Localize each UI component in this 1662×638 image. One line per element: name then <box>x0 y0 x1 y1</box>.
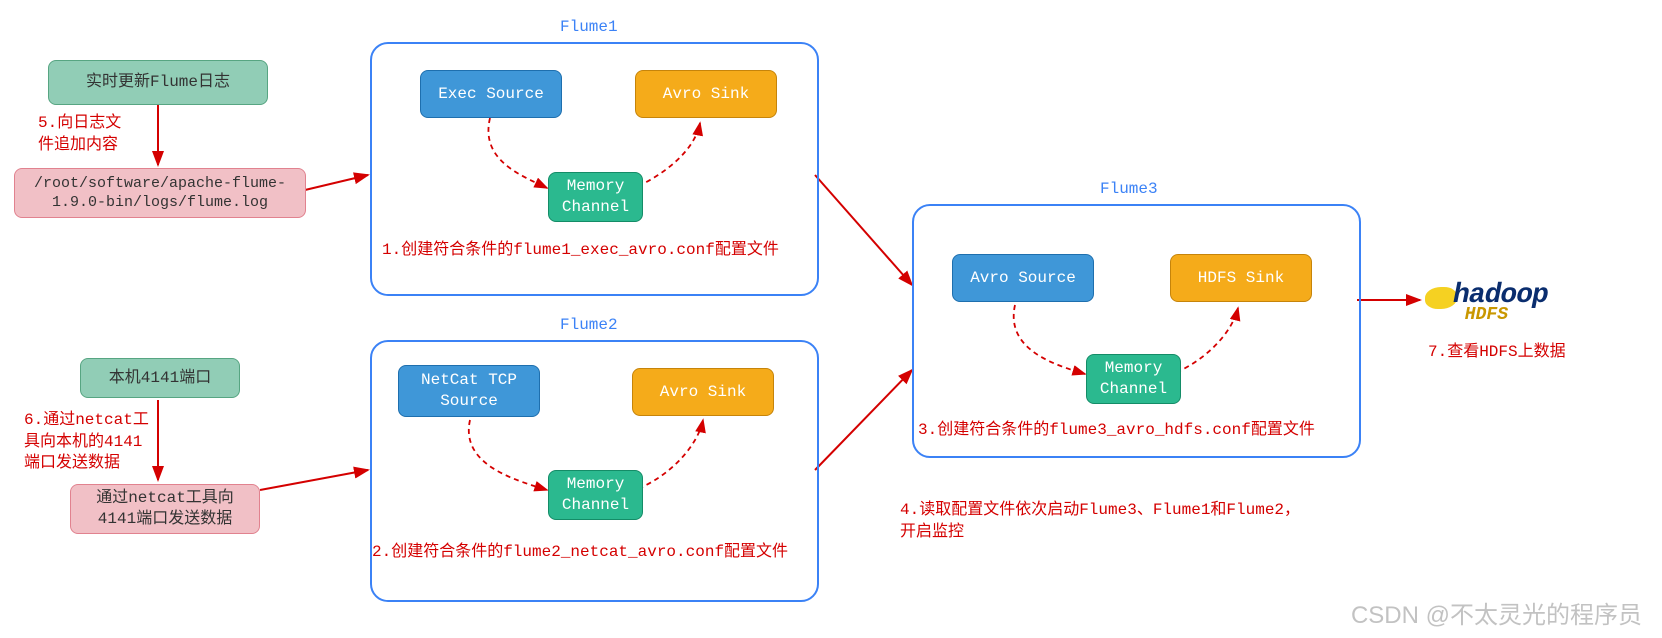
netcat-send-box: 通过netcat工具向 4141端口发送数据 <box>70 484 260 534</box>
flume2-note: 2.创建符合条件的flume2_netcat_avro.conf配置文件 <box>372 542 788 564</box>
step-4-label: 4.读取配置文件依次启动Flume3、Flume1和Flume2， 开启监控 <box>900 500 1300 543</box>
flume1-sink: Avro Sink <box>635 70 777 118</box>
log-update-box: 实时更新Flume日志 <box>48 60 268 105</box>
step-6-label: 6.通过netcat工 具向本机的4141 端口发送数据 <box>24 410 149 475</box>
flume3-title: Flume3 <box>1100 180 1158 198</box>
step-5-label: 5.向日志文 件追加内容 <box>38 113 121 156</box>
flume2-title: Flume2 <box>560 316 618 334</box>
flume1-source: Exec Source <box>420 70 562 118</box>
flume2-source: NetCat TCP Source <box>398 365 540 417</box>
flume2-sink: Avro Sink <box>632 368 774 416</box>
step-7-label: 7.查看HDFS上数据 <box>1428 342 1566 364</box>
log-filepath-box: /root/software/apache-flume-1.9.0-bin/lo… <box>14 168 306 218</box>
flume3-note: 3.创建符合条件的flume3_avro_hdfs.conf配置文件 <box>918 420 1315 442</box>
watermark: CSDN @不太灵光的程序员 <box>1351 595 1642 630</box>
flume2-channel: Memory Channel <box>548 470 643 520</box>
flume3-sink: HDFS Sink <box>1170 254 1312 302</box>
flume1-channel: Memory Channel <box>548 172 643 222</box>
flume1-note: 1.创建符合条件的flume1_exec_avro.conf配置文件 <box>382 240 779 262</box>
flume3-source: Avro Source <box>952 254 1094 302</box>
flume1-title: Flume1 <box>560 18 618 36</box>
flume3-channel: Memory Channel <box>1086 354 1181 404</box>
hadoop-logo: hadoop HDFS <box>1425 280 1548 325</box>
local-port-box: 本机4141端口 <box>80 358 240 398</box>
